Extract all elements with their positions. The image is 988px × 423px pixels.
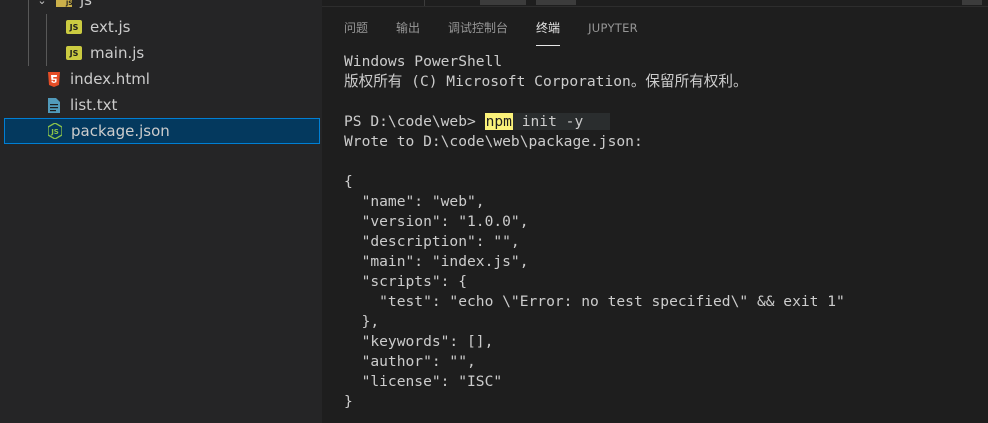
tree-item-label: ext.js (90, 18, 131, 36)
terminal-line: 版权所有 (C) Microsoft Corporation。保留所有权利。 (344, 73, 748, 90)
tab-terminal[interactable]: 终端 (536, 16, 561, 46)
editor-edge-mark (536, 0, 576, 5)
terminal-line: "test": "echo \"Error: no test specified… (344, 293, 845, 310)
command-args: init -y (512, 113, 584, 130)
editor-edge-mark (480, 0, 526, 5)
js-folder-icon: JS (56, 0, 72, 8)
terminal-line: "scripts": { (344, 273, 468, 290)
tree-item-ext-js[interactable]: JS ext.js (0, 14, 322, 40)
tree-item-label: js (80, 0, 92, 9)
panel-tabs: 问题 输出 调试控制台 终端 JUPYTER (344, 16, 666, 46)
terminal-line: Windows PowerShell (344, 53, 503, 70)
terminal-line: "version": "1.0.0", (344, 213, 529, 230)
terminal-line: }, (344, 313, 380, 330)
tab-debug-console[interactable]: 调试控制台 (448, 16, 508, 44)
tree-item-label: package.json (71, 122, 170, 140)
terminal-line: { (344, 173, 353, 190)
tab-problems[interactable]: 问题 (344, 16, 368, 44)
terminal-line: "license": "ISC" (344, 373, 503, 390)
terminal-line: "description": "", (344, 233, 520, 250)
command-name: npm (484, 113, 513, 130)
text-file-icon (46, 97, 62, 113)
tree-item-package-json[interactable]: JS package.json (4, 118, 320, 144)
cursor-pad (583, 113, 609, 130)
html-file-icon (46, 71, 62, 87)
terminal-output[interactable]: Windows PowerShell 版权所有 (C) Microsoft Co… (344, 52, 984, 412)
terminal-line: "main": "index.js", (344, 253, 529, 270)
editor-edge-mark (962, 0, 982, 5)
divider (424, 0, 425, 6)
svg-text:JS: JS (65, 0, 72, 7)
terminal-panel: 问题 输出 调试控制台 终端 JUPYTER Windows PowerShel… (322, 0, 988, 423)
terminal-line: "name": "web", (344, 193, 485, 210)
terminal-prompt: PS D:\code\web> (344, 113, 485, 130)
terminal-line: Wrote to D:\code\web\package.json: (344, 133, 643, 150)
tree-item-main-js[interactable]: JS main.js (0, 40, 322, 66)
terminal-line: "author": "", (344, 353, 476, 370)
chevron-down-icon[interactable]: ⌄ (34, 0, 50, 8)
command-highlight: npm init -y (484, 113, 610, 130)
tree-item-list-txt[interactable]: list.txt (0, 92, 322, 118)
js-file-icon: JS (66, 46, 82, 60)
nodejs-file-icon: JS (47, 123, 63, 139)
terminal-scrollbar[interactable] (974, 6, 988, 423)
editor-edge (322, 0, 988, 7)
explorer-sidebar: ⌄ JS js JS ext.js JS main.js index.html … (0, 0, 322, 423)
js-file-icon: JS (66, 20, 82, 34)
tree-item-index-html[interactable]: index.html (0, 66, 322, 92)
tree-item-label: index.html (70, 70, 150, 88)
tree-item-js-folder[interactable]: ⌄ JS js (0, 0, 322, 13)
svg-text:JS: JS (50, 128, 59, 136)
terminal-line: } (344, 393, 353, 410)
terminal-line: "keywords": [], (344, 333, 494, 350)
tab-output[interactable]: 输出 (396, 16, 420, 44)
tree-item-label: main.js (90, 44, 145, 62)
terminal-command-line: PS D:\code\web> npm init -y (344, 112, 984, 132)
tab-jupyter[interactable]: JUPYTER (588, 16, 638, 44)
tree-item-label: list.txt (70, 96, 118, 114)
